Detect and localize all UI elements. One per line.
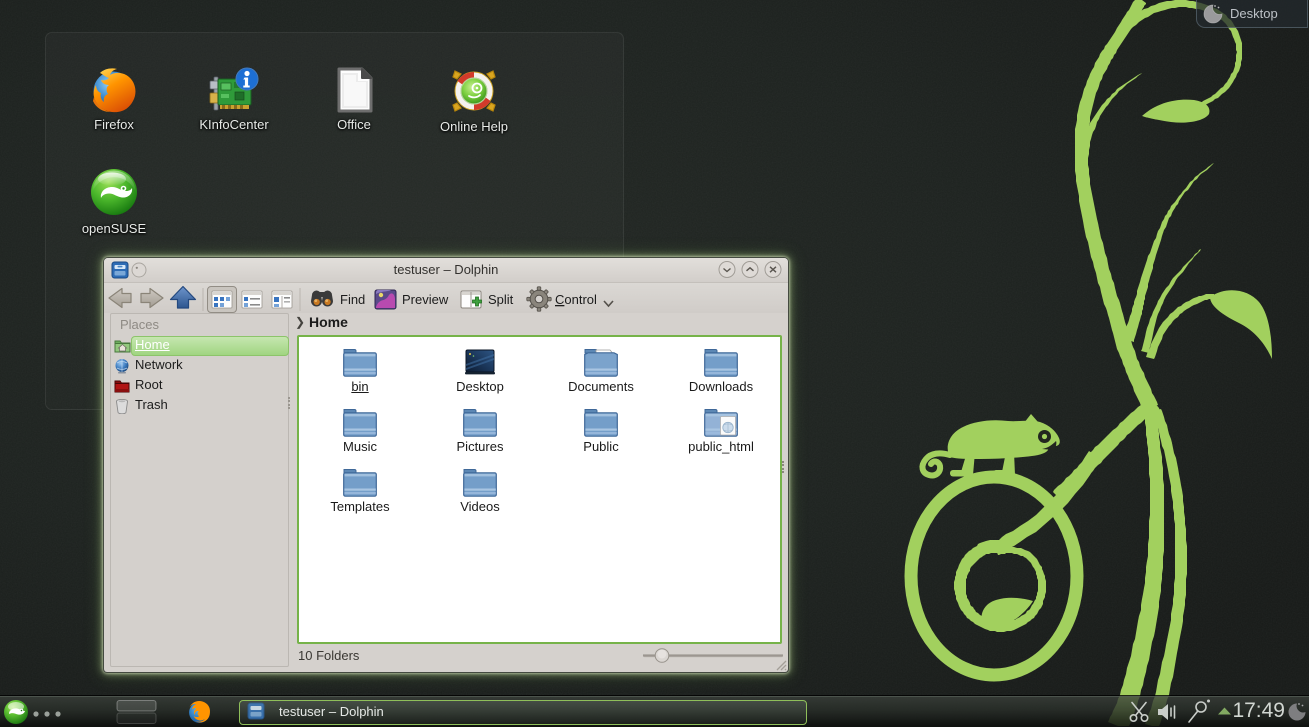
svg-text:Find: Find bbox=[340, 292, 365, 307]
svg-text:Control: Control bbox=[555, 292, 597, 307]
svg-text:Preview: Preview bbox=[402, 292, 449, 307]
svg-text:Split: Split bbox=[488, 292, 514, 307]
